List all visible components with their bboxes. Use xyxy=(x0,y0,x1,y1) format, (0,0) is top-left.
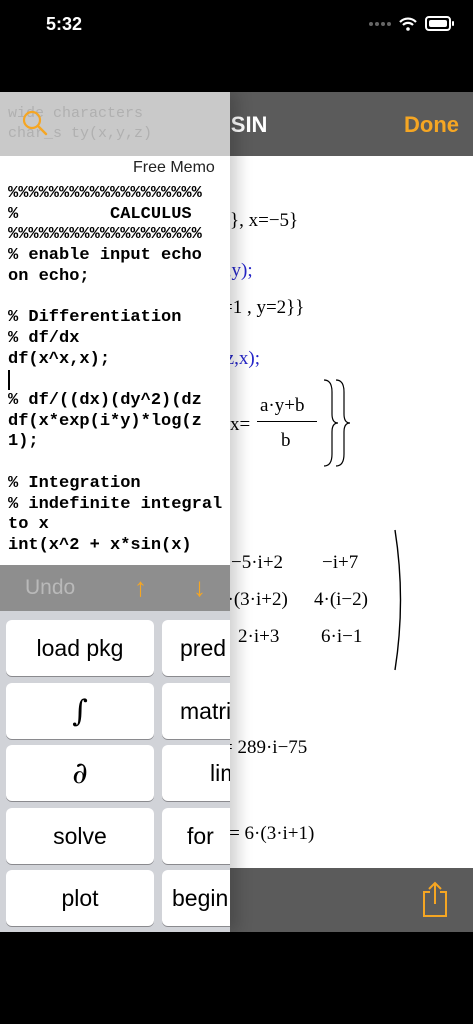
matrix-cell: −5·i+2 xyxy=(231,552,284,573)
fraction-numerator: a·y+b xyxy=(260,395,305,416)
output-line-1: }, x=−5} xyxy=(230,210,299,231)
pred-key[interactable]: pred xyxy=(162,620,230,676)
matrix-cell: −i+7 xyxy=(322,552,359,573)
signal-icon xyxy=(369,21,391,26)
code-line: df(x^x,x); xyxy=(8,349,111,369)
fraction-denominator: b xyxy=(281,430,291,451)
editor-nav-bar: wide characters char_s ty(x,y,z) xyxy=(0,92,230,156)
fraction-bar xyxy=(257,421,317,422)
code-line: %%%%%%%%%%%%%%%%%%% xyxy=(8,184,202,203)
share-icon[interactable] xyxy=(421,880,449,918)
code-line: on echo; xyxy=(8,266,90,286)
output-line-3: =1 , y=2}} xyxy=(222,297,305,318)
code-line: df(x*exp(i*y)*log(z xyxy=(8,411,202,431)
output-result-2: ) = 6·(3·i+1) xyxy=(218,823,315,844)
partial-derivative-key[interactable]: ∂ xyxy=(6,745,154,801)
code-line: % indefinite integral xyxy=(8,494,223,514)
status-time: 5:32 xyxy=(46,14,83,34)
status-bar: 5:32 xyxy=(0,0,473,92)
code-line: % df/dx xyxy=(8,328,80,348)
matrix-cell: 2·i+3 xyxy=(238,626,280,647)
status-icons xyxy=(369,16,454,31)
matrix-cell: 6·i−1 xyxy=(321,626,363,647)
code-line: int(x^2 + x*sin(x) xyxy=(8,535,192,555)
matrix-cell: 4·(i−2) xyxy=(314,589,368,610)
matrix-key[interactable]: matrix xyxy=(162,683,230,739)
code-line: to x xyxy=(8,515,49,535)
for-key[interactable]: for xyxy=(162,808,230,864)
editor-pane: wide characters char_s ty(x,y,z) Free Me… xyxy=(0,92,230,932)
code-line: % Integration xyxy=(8,473,141,493)
text-cursor xyxy=(8,370,10,390)
lim-key[interactable]: lim xyxy=(162,745,230,801)
done-button[interactable]: Done xyxy=(404,112,459,138)
code-line: %%%%%%%%%%%%%%%%%%% xyxy=(8,225,202,245)
code-line: % Differentiation xyxy=(8,308,182,328)
load-pkg-key[interactable]: load pkg xyxy=(6,620,154,676)
battery-icon xyxy=(425,16,454,31)
search-icon[interactable] xyxy=(22,110,48,136)
begin-key[interactable]: begin xyxy=(162,870,230,926)
free-memo-label: Free Memo xyxy=(133,159,215,176)
undo-button[interactable]: Undo xyxy=(25,576,75,600)
code-line: % df/((dx)(dy^2)(dz xyxy=(8,391,202,411)
output-result-1: = 289·i−75 xyxy=(222,737,308,758)
up-arrow-icon[interactable]: ↑ xyxy=(134,572,147,603)
plot-key[interactable]: plot xyxy=(6,870,154,926)
closing-braces xyxy=(323,379,351,467)
code-line: % CALCULUS xyxy=(8,204,192,224)
code-editor[interactable]: %%%%%%%%%%%%%%%%%%% % CALCULUS %%%%%%%%%… xyxy=(8,184,222,557)
solve-key[interactable]: solve xyxy=(6,808,154,864)
code-line: 1); xyxy=(8,432,39,452)
down-arrow-icon[interactable]: ↓ xyxy=(193,572,206,603)
fraction-lhs: x= xyxy=(230,414,251,435)
code-line: % enable input echo xyxy=(8,246,202,266)
wifi-icon xyxy=(399,17,417,31)
matrix-right-paren xyxy=(394,529,402,671)
integral-key[interactable]: ∫ xyxy=(6,683,154,739)
